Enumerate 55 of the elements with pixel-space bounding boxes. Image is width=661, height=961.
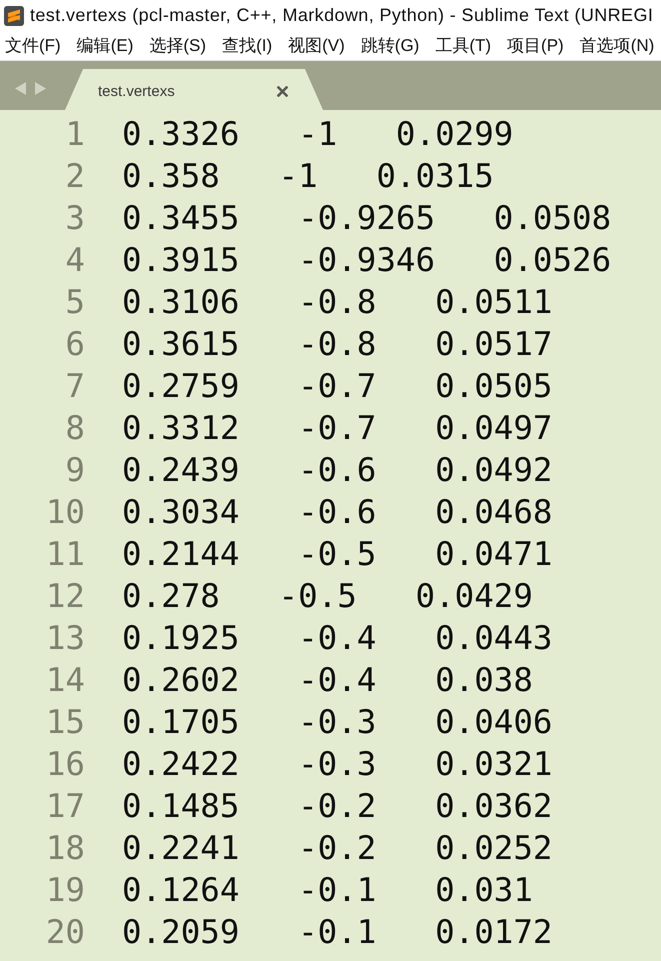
code-line: 0.3326 -1 0.0299: [122, 114, 514, 155]
line-number: 16: [44, 744, 85, 785]
line-number: 4: [64, 240, 85, 281]
close-icon[interactable]: [277, 86, 288, 96]
code-line: 0.278 -0.5 0.0429: [122, 576, 533, 617]
line-number: 3: [64, 198, 85, 239]
code-line: 0.2059 -0.1 0.0172: [122, 912, 552, 953]
menu-item[interactable]: 编辑(E): [72, 34, 140, 57]
menu-item[interactable]: 跳转(G): [356, 34, 426, 57]
menu-item[interactable]: 选择(S): [144, 34, 214, 57]
left-arrow-icon[interactable]: [15, 82, 26, 95]
code-line: 0.2759 -0.7 0.0505: [122, 366, 552, 407]
app-logo-icon: [4, 6, 24, 26]
line-number: 13: [44, 618, 85, 659]
line-number: 1: [64, 114, 85, 155]
line-number: 5: [64, 282, 85, 323]
code-line: 0.2144 -0.5 0.0471: [122, 534, 552, 575]
menu-item[interactable]: 文件(F): [0, 34, 68, 57]
window-title: test.vertexs (pcl-master, C++, Markdown, Python) - Sublime Text (UNREGI: [30, 5, 654, 26]
line-number: 11: [44, 534, 85, 575]
code-line: 0.2439 -0.6 0.0492: [122, 450, 552, 491]
right-arrow-icon[interactable]: [35, 82, 46, 95]
code-line: 0.3312 -0.7 0.0497: [122, 408, 552, 449]
line-number: 17: [44, 786, 85, 827]
line-number: 7: [64, 366, 85, 407]
line-number: 18: [44, 828, 85, 869]
code-line: 0.3106 -0.8 0.0511: [122, 282, 552, 323]
code-line: 0.3615 -0.8 0.0517: [122, 324, 552, 365]
code-line: 0.3034 -0.6 0.0468: [122, 492, 552, 533]
code-line: 0.3915 -0.9346 0.0526: [122, 240, 612, 281]
line-number: 6: [64, 324, 85, 365]
line-number: 19: [44, 870, 85, 911]
line-number: 15: [44, 702, 85, 743]
menu-item[interactable]: 查找(I): [217, 34, 280, 57]
code-line: 0.2602 -0.4 0.038: [122, 660, 533, 701]
file-tab[interactable]: test.vertexs: [65, 69, 323, 110]
code-line: 0.1485 -0.2 0.0362: [122, 786, 552, 827]
menu-item[interactable]: 工具(T): [430, 34, 498, 57]
code-line: 0.2241 -0.2 0.0252: [122, 828, 552, 869]
code-line: 0.2422 -0.3 0.0321: [122, 744, 552, 785]
line-number: 12: [44, 576, 85, 617]
line-number: 2: [64, 156, 85, 197]
menu-item[interactable]: 项目(P): [502, 34, 571, 57]
menu-item[interactable]: 首选项(N): [574, 34, 661, 57]
code-line: 0.1925 -0.4 0.0443: [122, 618, 552, 659]
code-line: 0.3455 -0.9265 0.0508: [122, 198, 612, 239]
code-line: 0.1264 -0.1 0.031: [122, 870, 533, 911]
line-number: 14: [44, 660, 85, 701]
code-line: 0.1705 -0.3 0.0406: [122, 702, 552, 743]
line-number: 10: [44, 492, 85, 533]
menu-item[interactable]: 视图(V): [283, 34, 352, 57]
line-number: 20: [44, 912, 85, 953]
line-number: 9: [64, 450, 85, 491]
code-line: 0.358 -1 0.0315: [122, 156, 494, 197]
line-number: 8: [64, 408, 85, 449]
